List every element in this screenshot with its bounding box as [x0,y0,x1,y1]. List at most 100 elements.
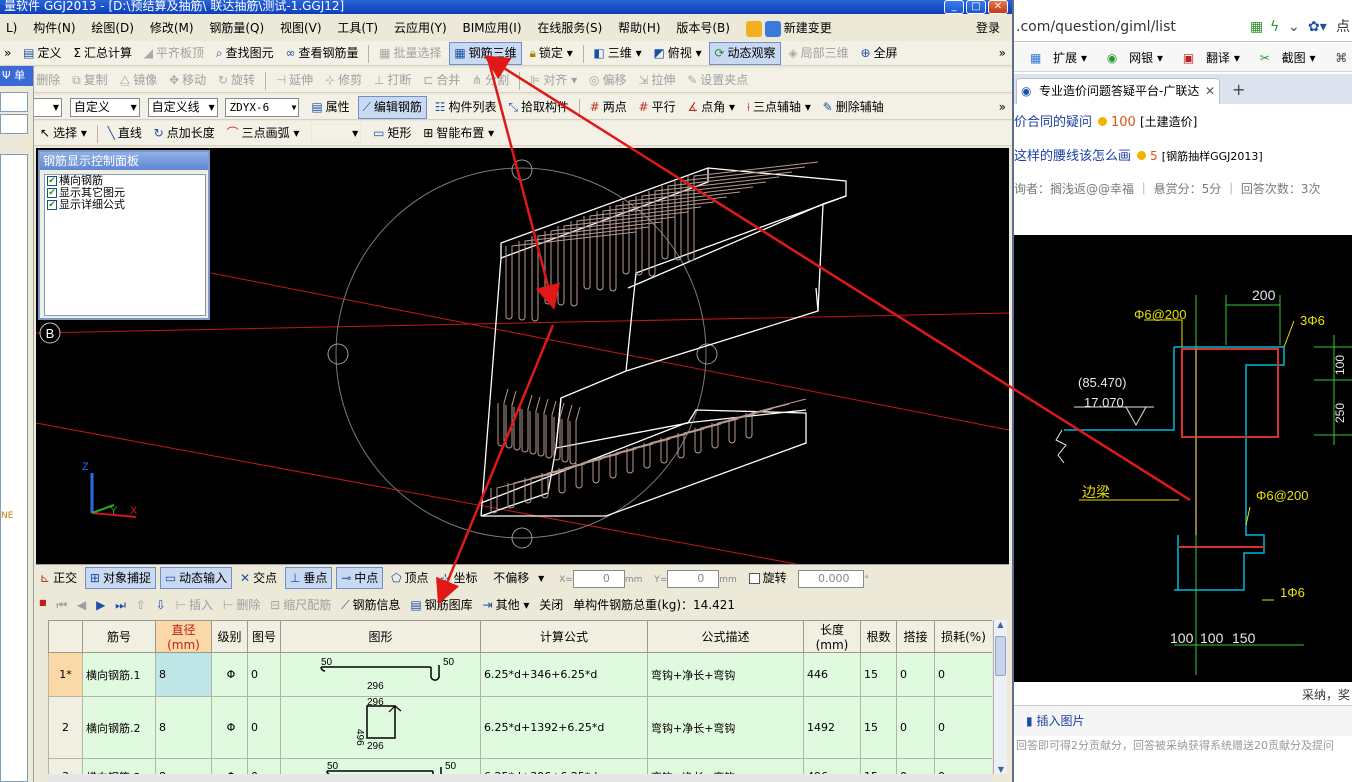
align-tool[interactable]: ⊫ 对齐 ▾ [526,69,581,92]
object-snap-toggle[interactable]: ⊞ 对象捕捉 [84,567,156,589]
first-record-button[interactable]: ⏮ [53,594,70,616]
rotate-tool[interactable]: ↻ 旋转 [214,69,259,92]
prev-record-button[interactable]: ◀ [74,594,89,616]
table-horizontal-scrollbar[interactable] [48,774,992,782]
formula-cell[interactable]: 6.25*d+396+6.25*d [480,758,648,774]
fav-translate[interactable]: ▣ 翻译 ▾ [1175,51,1240,65]
question-image[interactable]: 200 Φ6@200 3Φ6 (85.470) 17.070 100 250 Φ… [1014,235,1352,682]
pin-icon[interactable]: ■ [36,592,50,614]
fullscreen-button[interactable]: ⊕ 全屏 [856,42,901,65]
length-cell[interactable]: 1492 [803,696,861,759]
ortho-toggle[interactable]: ⊾ 正交 [36,567,81,589]
summary-button[interactable]: Σ 汇总计算 [69,42,136,65]
menu-item[interactable]: BIM应用(I) [456,16,527,40]
diameter-cell[interactable]: 8 [155,696,212,759]
mirror-tool[interactable]: ⧋ 镜像 [116,69,162,92]
col-header[interactable]: 级别 [211,620,248,653]
move-up-button[interactable]: ⇧ [133,594,149,616]
rebar-3d-button[interactable]: ▦ 钢筋三维 [449,42,522,65]
x-input[interactable]: X= 0 mm [555,567,646,589]
offset-select[interactable]: 不偏移 ▼ [485,567,551,589]
local-3d-button[interactable]: ◈ 局部三维 [784,42,852,65]
two-points-button[interactable]: # 两点 [586,96,631,119]
menu-item[interactable]: 帮助(H) [612,16,666,40]
three-point-aux-button[interactable]: ⟊ 三点辅轴 ▾ [743,96,815,119]
move-tool[interactable]: ✥ 移动 [165,69,210,92]
col-header[interactable]: 损耗(%) [934,620,992,653]
table-row[interactable]: 1* 横向钢筋.1 8 Φ 0 50 296 50 6.25*d+346+6.2… [48,652,992,697]
define-button[interactable]: ▤ 定义 [19,42,65,65]
scale-rebar-button[interactable]: ⊟ 缩尺配筋 [267,594,334,616]
other-menu-button[interactable]: ⇥ 其他 ▾ [480,594,533,616]
rect-button[interactable]: ▭ 矩形 [369,122,415,145]
menu-item[interactable]: 云应用(Y) [388,16,453,40]
rebar-library-button[interactable]: ▤ 钢筋图库 [407,594,475,616]
lap-cell[interactable]: 0 [896,652,935,697]
row-index[interactable]: 1* [48,652,83,697]
y-input[interactable]: Y= 0 mm [650,567,741,589]
menu-item[interactable]: 版本号(B) [670,16,736,40]
shape-cell[interactable]: 50 346 50 [280,758,481,774]
dynamic-view-button[interactable]: ⟳ 动态观察 [709,42,781,65]
loss-cell[interactable]: 0 [934,758,992,774]
delete-row-button[interactable]: ⊢ 删除 [220,594,263,616]
col-header[interactable]: 筋号 [82,620,156,653]
toolbar-overflow-right[interactable]: » [995,42,1010,65]
maximize-button[interactable]: □ [966,0,986,14]
blank-select[interactable]: ▼ [307,122,365,145]
grade-cell[interactable]: Φ [211,696,248,759]
fav-bank[interactable]: ◉ 网银 ▾ [1099,51,1163,65]
coord-snap[interactable]: ⊹ 坐标 [436,567,481,589]
col-header[interactable]: 根数 [860,620,897,653]
rotate-input[interactable]: 0.000 ° [794,567,873,589]
stretch-tool[interactable]: ⇲ 拉伸 [634,69,679,92]
diameter-cell[interactable]: 8 [155,758,212,774]
rebar-info-button[interactable]: ⟋ 钢筋信息 [338,594,403,616]
menu-item[interactable]: 绘图(D) [85,16,140,40]
length-cell[interactable]: 446 [803,652,861,697]
search-hint[interactable]: 点 [1336,12,1350,42]
insert-row-button[interactable]: ⊢ 插入 [173,594,216,616]
count-cell[interactable]: 15 [860,652,897,697]
loss-cell[interactable]: 0 [934,652,992,697]
next-record-button[interactable]: ▶ [93,594,108,616]
three-arc-button[interactable]: ⌒ 三点画弧 ▾ [223,122,304,145]
menu-item[interactable]: 构件(N) [27,16,81,40]
scroll-down-icon[interactable]: ▼ [994,765,1008,774]
view-rebar-button[interactable]: ∞ 查看钢筋量 [281,42,362,65]
lap-cell[interactable]: 0 [896,758,935,774]
menu-item[interactable]: L) [0,16,23,40]
bar-name-cell[interactable]: 横向钢筋.3 [82,758,156,774]
category-select[interactable]: 自定义 ▼ [66,96,140,119]
grade-cell[interactable]: Φ [211,652,248,697]
copy-tool[interactable]: ⧉ 复制 [68,69,112,92]
move-down-button[interactable]: ⇩ [153,594,169,616]
table-row[interactable]: 3 横向钢筋.3 8 Φ 0 50 346 50 6.25*d+396+6.25… [48,758,992,774]
scroll-thumb[interactable] [995,636,1006,676]
loss-cell[interactable]: 0 [934,696,992,759]
break-tool[interactable]: ⊥ 打断 [370,69,415,92]
formula-cell[interactable]: 6.25*d+1392+6.25*d [480,696,648,759]
vertex-snap[interactable]: ⬠ 顶点 [387,567,432,589]
figure-no-cell[interactable]: 0 [247,652,281,697]
toolbar-overflow[interactable]: » [0,42,15,65]
fav-games[interactable]: ⌘ 游戏 [1327,51,1352,65]
split-tool[interactable]: ⋔ 分割 [468,69,513,92]
table-row[interactable]: 2 横向钢筋.2 8 Φ 0 296 496 296 6.25*d+1392+6… [48,696,992,759]
edit-rebar-button[interactable]: ⟋ 编辑钢筋 [357,96,427,119]
lock-button[interactable]: 🔒︎ 锁定 ▾ [526,42,577,65]
shape-cell[interactable]: 50 296 50 [280,652,481,697]
row-index[interactable]: 3 [48,758,83,774]
bar-name-cell[interactable]: 横向钢筋.2 [82,696,156,759]
browser-tab[interactable]: ◉ 专业造价问题答疑平台-广联达 ✕ [1016,78,1220,104]
count-cell[interactable]: 15 [860,758,897,774]
parallel-button[interactable]: # 平行 [635,96,680,119]
chevron-down-icon[interactable]: ⌄ [1288,12,1300,42]
code-select[interactable]: ZDYX-6 ▼ [221,96,303,119]
adopt-link[interactable]: 采纳，奖 [1302,686,1350,703]
count-cell[interactable]: 15 [860,696,897,759]
navigator-field[interactable] [0,114,28,134]
col-header[interactable]: 直径(mm) [155,620,212,653]
select-button[interactable]: ↖ 选择 ▾ [36,122,91,145]
point-angle-button[interactable]: ∡ 点角 ▾ [683,96,739,119]
